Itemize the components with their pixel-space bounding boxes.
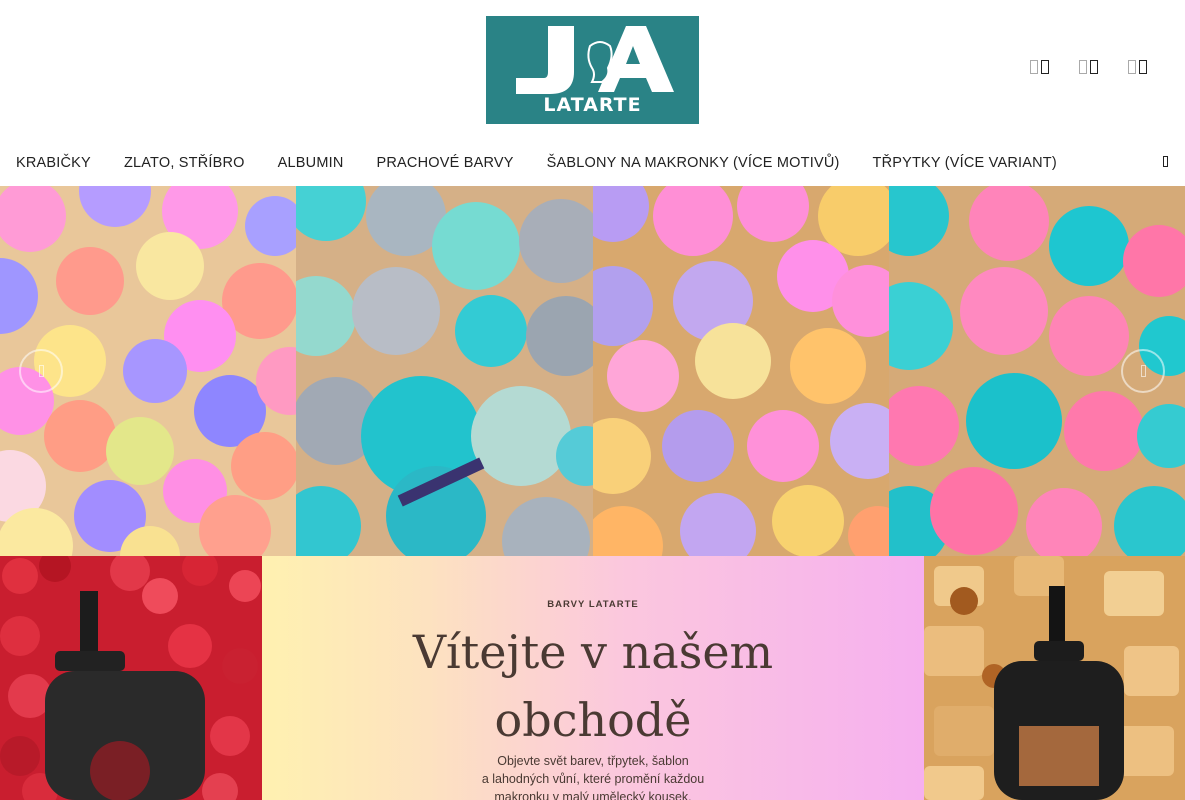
banner-title-line2: obchodě [494, 693, 692, 747]
banner-brand: BARVY LATARTE [547, 599, 639, 610]
logo-text: LATARTE [543, 94, 642, 116]
search-icon[interactable] [1030, 60, 1049, 74]
nav-item-prachove-barvy[interactable]: PRACHOVÉ BARVY [377, 155, 514, 171]
cart-icon[interactable] [1128, 60, 1147, 74]
caramel-art [924, 556, 1185, 800]
site-logo[interactable]: LATARTE [486, 16, 699, 124]
nav-item-krabicky[interactable]: KRABIČKY [16, 155, 91, 171]
hero-image-macarons-turquoise [296, 186, 593, 556]
welcome-banner: BARVY LATARTE Vítejte v našem obchodě Ob… [0, 556, 1185, 800]
hero-image-3-art [593, 186, 889, 556]
page: LATARTE KRABIČKY ZLATO, STŘÍBRO ALBUMIN … [0, 0, 1200, 800]
hero-image-macarons-pastel [0, 186, 296, 556]
nav-item-trpytky[interactable]: TŘPYTKY (VÍCE VARIANT) [873, 155, 1057, 171]
hero-image-macarons-purple-yellow [593, 186, 889, 556]
chevron-left-icon[interactable] [19, 349, 63, 393]
nav-item-sablony[interactable]: ŠABLONY NA MAKRONKY (VÍCE MOTIVŮ) [547, 155, 840, 171]
nav-item-albumin[interactable]: ALBUMIN [278, 155, 344, 171]
nav-item-zlato-stribro[interactable]: ZLATO, STŘÍBRO [124, 155, 245, 171]
account-icon[interactable] [1079, 60, 1098, 74]
banner-title-line1: Vítejte v našem [412, 625, 774, 679]
chevron-right-icon[interactable] [1121, 349, 1165, 393]
hero-image-macarons-pink-turquoise [889, 186, 1185, 556]
banner-image-caramel [924, 556, 1185, 800]
banner-text-area: BARVY LATARTE Vítejte v našem obchodě Ob… [262, 556, 924, 800]
hero-slider [0, 186, 1185, 556]
chevron-down-icon[interactable] [1163, 156, 1168, 167]
hero-image-2-art [296, 186, 593, 556]
site-header: LATARTE [0, 0, 1185, 140]
main-nav: KRABIČKY ZLATO, STŘÍBRO ALBUMIN PRACHOVÉ… [0, 140, 1185, 186]
scrollbar[interactable] [1185, 0, 1200, 800]
raspberries-art [0, 556, 262, 800]
banner-description: Objevte svět barev, třpytek, šablon a la… [481, 754, 705, 800]
banner-title: Vítejte v našem obchodě [262, 618, 924, 754]
header-icons [1030, 60, 1147, 74]
banner-image-raspberries [0, 556, 262, 800]
